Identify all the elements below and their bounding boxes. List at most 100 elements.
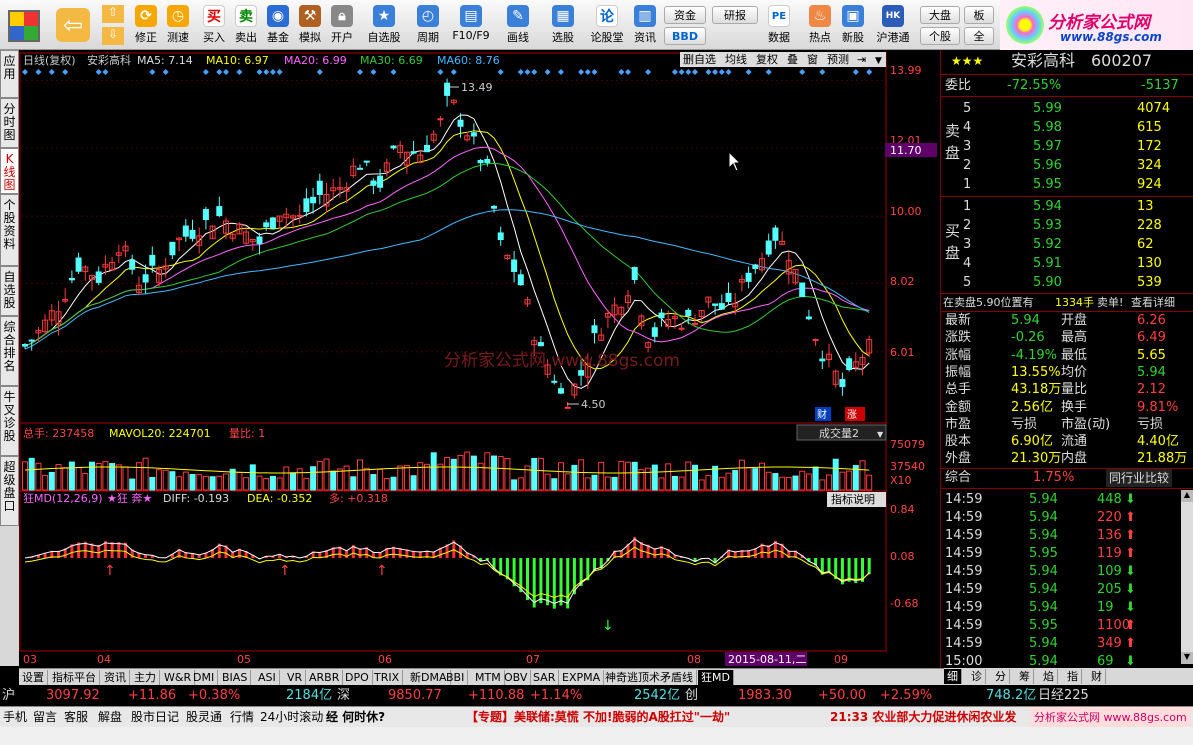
indicator-tab[interactable]: 设置: [19, 670, 48, 685]
quote-stock-name: 安彩高科: [1011, 51, 1076, 70]
buy-button[interactable]: 买买入: [199, 3, 229, 47]
adjust-button[interactable]: 复权: [756, 52, 778, 66]
quote-tab[interactable]: 细: [944, 669, 962, 684]
quote-tab[interactable]: 指: [1064, 669, 1082, 684]
grid-icon[interactable]: [8, 10, 40, 42]
status-gulingtong[interactable]: 股灵通: [186, 707, 222, 728]
tab-apps[interactable]: 应用: [0, 50, 19, 98]
indicator-tab[interactable]: VR: [284, 670, 307, 685]
quote-tab[interactable]: 焰: [1040, 669, 1058, 684]
indicator-tab[interactable]: 神奇逃顶术矛盾线: [602, 670, 697, 685]
xiuzheng-button[interactable]: ⟳ 修正: [131, 3, 161, 47]
up-icon[interactable]: ⇧: [102, 5, 124, 23]
big-order-notice[interactable]: 在卖盘5.90位置有 1334手 卖单! 查看详细: [941, 294, 1191, 312]
open-account-button[interactable]: 🔒︎ 开户: [327, 3, 357, 47]
chart-svg[interactable]: ↑ ↑ ↑ ↓ 日线(复权) 安彩高科 MA5: 7.14 MA10: 6.97 MA…: [19, 50, 937, 668]
sell-button[interactable]: 卖卖出: [231, 3, 261, 47]
indicator-tab[interactable]: EXPMA: [559, 670, 605, 685]
ticker-3[interactable]: 21:33 农业部大力促进休闲农业发: [830, 707, 1016, 728]
industry-compare-button[interactable]: 同行业比较: [1106, 469, 1173, 487]
status-service[interactable]: 客服: [64, 707, 88, 728]
tab-watchlist[interactable]: 自选股: [0, 266, 19, 316]
draw-button[interactable]: ✎ 画线: [500, 3, 536, 47]
tab-super-orderbook[interactable]: 超级盘口: [0, 456, 19, 526]
scroll-down-icon[interactable]: ▼: [1181, 652, 1193, 664]
indicator-tab[interactable]: BBI: [443, 670, 469, 685]
data-button[interactable]: PE 数据: [764, 3, 794, 47]
indicator-tab[interactable]: BIAS: [219, 670, 252, 685]
remove-watch-button[interactable]: 删自选: [683, 53, 716, 66]
indicator-tab[interactable]: 狂MD: [698, 670, 734, 685]
indicator-tab[interactable]: SAR: [530, 670, 560, 685]
hk-connect-button[interactable]: HK 沪港通: [872, 3, 914, 47]
indicator-tab[interactable]: ARBR: [306, 670, 344, 685]
forecast-button[interactable]: 预测: [827, 53, 849, 66]
tab-diagnosis[interactable]: 牛叉诊股: [0, 386, 19, 456]
indicator-tab[interactable]: DPO: [342, 670, 373, 685]
quote-tab[interactable]: 诊: [968, 669, 986, 684]
indicator-tab[interactable]: 主力: [131, 670, 160, 685]
stock-button[interactable]: 个股: [920, 27, 960, 45]
all-button[interactable]: 全: [964, 27, 994, 45]
tab-ranking[interactable]: 综合排名: [0, 316, 19, 386]
dropdown-icon[interactable]: ▼: [875, 56, 882, 66]
indicator-tab[interactable]: DMI: [190, 670, 219, 685]
ma-button[interactable]: 均线: [725, 52, 747, 66]
kline-chart[interactable]: ↑ ↑ ↑ ↓ 日线(复权) 安彩高科 MA5: 7.14 MA10: 6.97 MA…: [19, 50, 937, 668]
status-mobile[interactable]: 手机: [3, 707, 27, 728]
tick-scrollbar[interactable]: [1181, 490, 1193, 664]
volume-bar: [584, 477, 591, 491]
bbd-button[interactable]: BBD: [664, 27, 706, 45]
tab-timeshare[interactable]: 分时图: [0, 98, 19, 148]
status-diary[interactable]: 股市日记: [131, 707, 179, 728]
status-analysis[interactable]: 解盘: [98, 707, 122, 728]
status-24h[interactable]: 24小时滚动: [260, 707, 323, 728]
indicator-tab[interactable]: 指标平台: [49, 670, 100, 685]
indicator-tab[interactable]: TRIX: [371, 670, 404, 685]
window-button[interactable]: 窗: [807, 52, 818, 66]
date-tick: 05: [237, 653, 251, 666]
stat-cell: 9.81%: [1137, 399, 1179, 415]
tab-kline[interactable]: K线图: [0, 148, 19, 194]
news-button[interactable]: ▥ 资讯: [630, 3, 660, 47]
scroll-up-icon[interactable]: ▲: [1181, 490, 1193, 502]
hot-button[interactable]: ♨ 热点: [805, 3, 835, 47]
stat-cell: 市盈(动): [1061, 416, 1111, 432]
funds-dropdown[interactable]: 资金: [664, 6, 706, 24]
indicator-tab[interactable]: MTM: [472, 670, 505, 685]
indicator-tab[interactable]: ASI: [255, 670, 280, 685]
ad-badge[interactable]: 分析家公式网 www.88gs.com: [1030, 707, 1191, 728]
f10-button[interactable]: ▤ F10/F9: [450, 3, 492, 47]
fund-button[interactable]: ◉ 基金: [263, 3, 293, 47]
forum-button[interactable]: 论论股堂: [586, 3, 628, 47]
stat-row: 外盘 21.30万 内盘 21.88万: [941, 450, 1191, 468]
back-icon[interactable]: ⇦: [56, 8, 90, 42]
research-button[interactable]: 研报: [712, 6, 758, 24]
quote-tab[interactable]: 财: [1088, 669, 1106, 684]
quote-tab[interactable]: 筹: [1016, 669, 1034, 684]
status-quote[interactable]: 行情: [230, 707, 254, 728]
down-icon[interactable]: ⇩: [102, 27, 124, 45]
status-message[interactable]: 留言: [33, 707, 57, 728]
cesu-button[interactable]: ◷ 测速: [163, 3, 193, 47]
hkex-icon: HK: [882, 5, 904, 27]
period-button[interactable]: ◴ 周期: [410, 3, 446, 47]
stat-cell: 6.49: [1137, 330, 1166, 346]
nav-arrow-icon[interactable]: ⇥: [857, 53, 866, 66]
ticker-2[interactable]: 【专题】美联储:莫慌 不加!脆弱的A股扛过"一劫": [466, 707, 730, 728]
market-dropdown[interactable]: 大盘: [920, 6, 960, 24]
watchlist-button[interactable]: ★ 自选股: [364, 3, 404, 47]
cell: 5.99: [1033, 101, 1062, 116]
overlay-button[interactable]: 叠: [787, 53, 798, 66]
ticker-1[interactable]: 经 何时休?: [326, 707, 385, 728]
volume-bar: [625, 461, 631, 491]
indicator-tab[interactable]: OBV: [501, 670, 532, 685]
buy-icon: 买: [203, 5, 225, 27]
sector-button[interactable]: 板: [964, 6, 994, 24]
ipo-button[interactable]: ▣ 新股: [838, 3, 868, 47]
simulate-button[interactable]: ⚒ 模拟: [295, 3, 325, 47]
tab-profile[interactable]: 个股资料: [0, 194, 19, 266]
indicator-tab[interactable]: 资讯: [101, 670, 130, 685]
select-stock-button[interactable]: ▦ 选股: [545, 3, 581, 47]
quote-tab[interactable]: 分: [992, 669, 1010, 684]
